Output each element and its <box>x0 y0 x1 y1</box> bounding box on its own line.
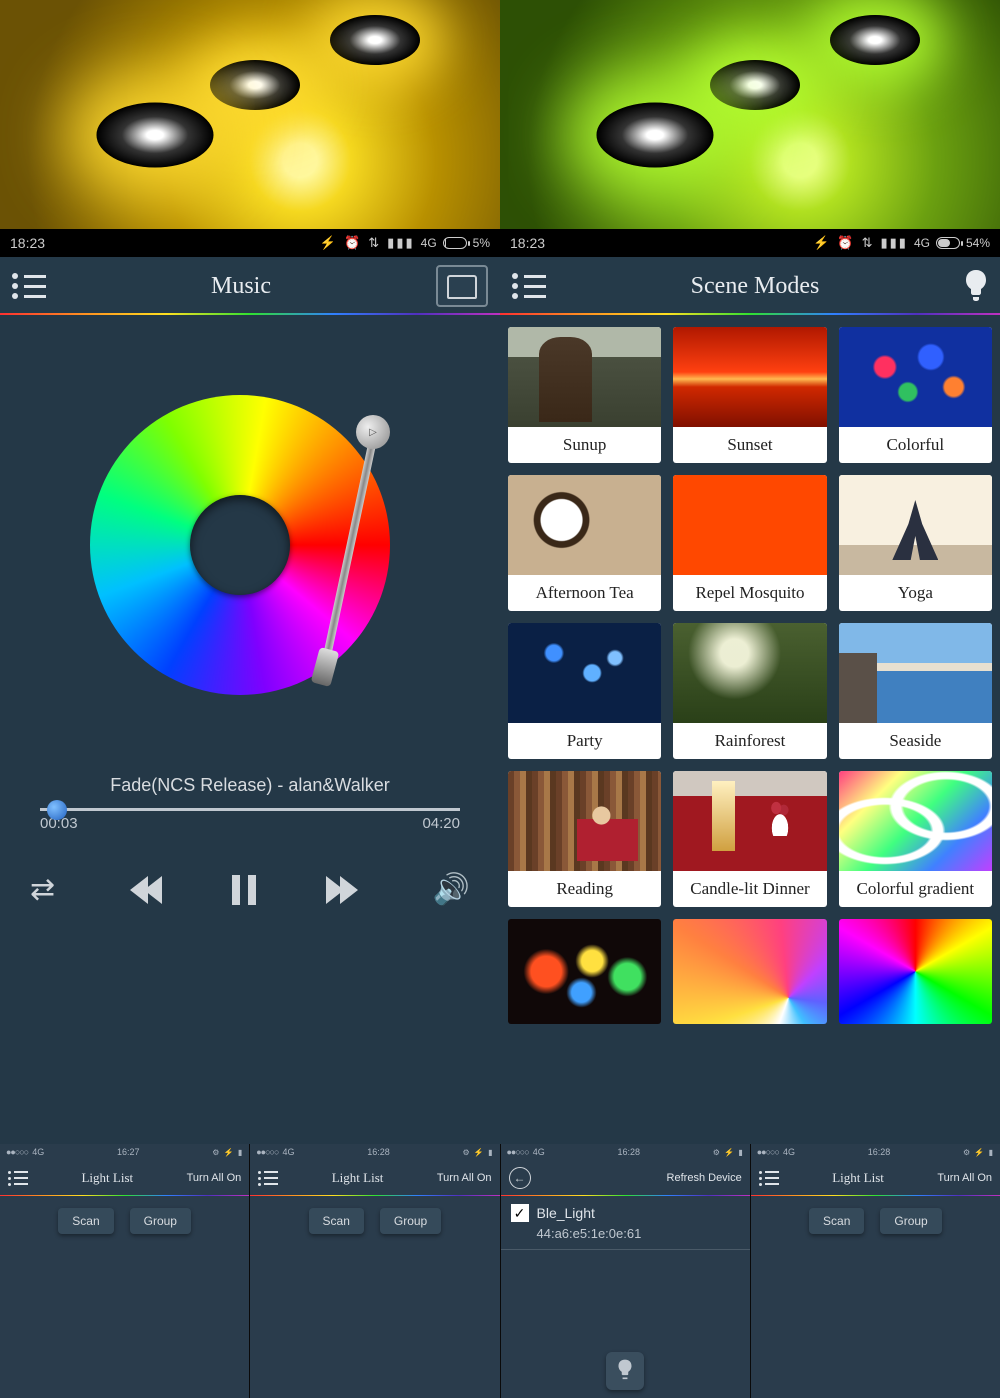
group-button[interactable]: Group <box>130 1208 191 1234</box>
group-button[interactable]: Group <box>380 1208 441 1234</box>
data-icon: ⇅ <box>862 235 875 251</box>
scene-reading[interactable]: Reading <box>508 771 661 907</box>
status-bar: 18:23 ⚡ ⏰ ⇅ ▮▮▮ 4G 5% <box>0 229 500 257</box>
folder-button[interactable] <box>436 265 488 307</box>
scene-partial-1[interactable] <box>508 919 661 1024</box>
scene-repel-mosquito[interactable]: Repel Mosquito <box>673 475 826 611</box>
scenes-screen: 18:23 ⚡ ⏰ ⇅ ▮▮▮ 4G 54% Scene Modes <box>500 229 1000 1144</box>
status-bar: ●●○○○4G16:27⚙ ⚡ ▮ <box>0 1144 249 1160</box>
color-disc[interactable] <box>90 395 410 715</box>
scene-yoga[interactable]: Yoga <box>839 475 992 611</box>
bluetooth-icon: ⚡ <box>320 235 338 251</box>
scene-colorful[interactable]: Colorful <box>839 327 992 463</box>
signal-icon: ▮▮▮ <box>387 235 414 251</box>
data-icon: ⇅ <box>368 235 381 251</box>
volume-icon[interactable]: 🔊 <box>433 872 470 907</box>
status-bar: ●●○○○4G16:28⚙ ⚡ ▮ <box>751 1144 1000 1160</box>
scene-colorful-gradient[interactable]: Colorful gradient <box>839 771 992 907</box>
scene-afternoon-tea[interactable]: Afternoon Tea <box>508 475 661 611</box>
page-title: Light List <box>28 1170 187 1186</box>
battery-icon <box>443 237 467 249</box>
status-time: 18:23 <box>510 235 813 251</box>
mini-screen-3: ●●○○○4G16:28⚙ ⚡ ▮ ← Refresh Device ✓ Ble… <box>501 1144 751 1398</box>
previous-button[interactable] <box>130 876 158 904</box>
page-title: Music <box>46 273 436 300</box>
network-label: 4G <box>914 236 930 250</box>
music-screen: 18:23 ⚡ ⏰ ⇅ ▮▮▮ 4G 5% Music <box>0 229 500 1144</box>
battery-icon <box>936 237 960 249</box>
mini-screen-1: ●●○○○4G16:27⚙ ⚡ ▮ Light List Turn All On… <box>0 1144 250 1398</box>
device-row[interactable]: ✓ Ble_Light 44:a6:e5:1e:0e:61 <box>501 1196 750 1250</box>
device-mac: 44:a6:e5:1e:0e:61 <box>537 1226 740 1241</box>
menu-icon[interactable] <box>512 273 546 299</box>
status-time: 18:23 <box>10 235 320 251</box>
menu-icon[interactable] <box>759 1171 779 1186</box>
product-photo-yellow <box>0 0 500 229</box>
progress-slider[interactable] <box>40 808 460 811</box>
signal-icon: ▮▮▮ <box>880 235 907 251</box>
page-title: Light List <box>278 1170 437 1186</box>
back-button[interactable]: ← <box>509 1167 531 1189</box>
status-bar: ●●○○○4G16:28⚙ ⚡ ▮ <box>501 1144 750 1160</box>
bluetooth-icon: ⚡ <box>813 235 831 251</box>
alarm-icon: ⏰ <box>837 235 855 251</box>
menu-icon[interactable] <box>258 1171 278 1186</box>
mini-screen-4: ●●○○○4G16:28⚙ ⚡ ▮ Light List Turn All On… <box>751 1144 1000 1398</box>
track-title: Fade(NCS Release) - alan&Walker <box>110 775 389 796</box>
device-checkbox[interactable]: ✓ <box>511 1204 529 1222</box>
menu-icon[interactable] <box>8 1171 28 1186</box>
pause-button[interactable] <box>232 875 256 905</box>
bulb-button[interactable] <box>606 1352 644 1390</box>
scene-party[interactable]: Party <box>508 623 661 759</box>
mini-screen-2: ●●○○○4G16:28⚙ ⚡ ▮ Light List Turn All On… <box>250 1144 500 1398</box>
status-bar: 18:23 ⚡ ⏰ ⇅ ▮▮▮ 4G 54% <box>500 229 1000 257</box>
menu-icon[interactable] <box>12 273 46 299</box>
scenes-header: Scene Modes <box>500 257 1000 315</box>
scan-button[interactable]: Scan <box>809 1208 864 1234</box>
battery-percent: 5% <box>473 236 490 250</box>
scene-sunup[interactable]: Sunup <box>508 327 661 463</box>
page-title: Light List <box>779 1170 938 1186</box>
status-bar: ●●○○○4G16:28⚙ ⚡ ▮ <box>250 1144 499 1160</box>
scene-partial-2[interactable] <box>673 919 826 1024</box>
music-header: Music <box>0 257 500 315</box>
next-button[interactable] <box>330 876 358 904</box>
scan-button[interactable]: Scan <box>58 1208 113 1234</box>
scene-seaside[interactable]: Seaside <box>839 623 992 759</box>
scene-partial-3[interactable] <box>839 919 992 1024</box>
time-total: 04:20 <box>422 815 460 832</box>
turn-all-on-button[interactable]: Turn All On <box>937 1172 992 1184</box>
alarm-icon: ⏰ <box>344 235 362 251</box>
page-title: Scene Modes <box>546 273 964 300</box>
scan-button[interactable]: Scan <box>309 1208 364 1234</box>
scene-candle-lit-dinner[interactable]: Candle-lit Dinner <box>673 771 826 907</box>
network-label: 4G <box>421 236 437 250</box>
bulb-icon[interactable] <box>964 270 988 302</box>
device-name: Ble_Light <box>537 1205 595 1221</box>
refresh-device-button[interactable]: Refresh Device <box>667 1172 742 1184</box>
battery-percent: 54% <box>966 236 990 250</box>
turn-all-on-button[interactable]: Turn All On <box>187 1172 242 1184</box>
shuffle-icon[interactable]: ⇄ <box>30 872 55 907</box>
group-button[interactable]: Group <box>880 1208 941 1234</box>
scene-sunset[interactable]: Sunset <box>673 327 826 463</box>
product-photo-row <box>0 0 1000 229</box>
turn-all-on-button[interactable]: Turn All On <box>437 1172 492 1184</box>
product-photo-green <box>500 0 1000 229</box>
scene-rainforest[interactable]: Rainforest <box>673 623 826 759</box>
